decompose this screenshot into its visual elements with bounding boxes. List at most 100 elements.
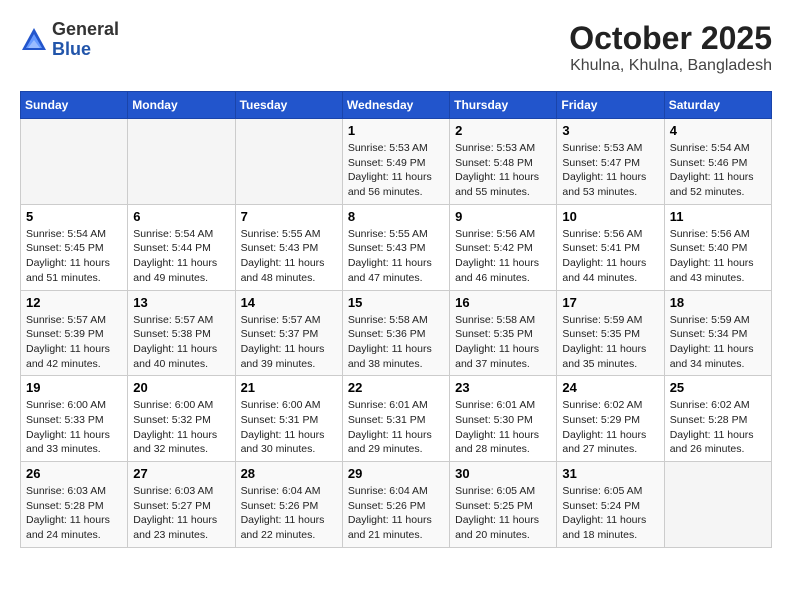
day-info: Sunrise: 6:00 AM Sunset: 5:32 PM Dayligh… [133,398,229,457]
day-number: 11 [670,209,766,224]
day-number: 9 [455,209,551,224]
calendar-cell: 28 Sunrise: 6:04 AM Sunset: 5:26 PM Dayli… [235,462,342,548]
calendar-cell: 8 Sunrise: 5:55 AM Sunset: 5:43 PM Daylig… [342,204,449,290]
day-info: Sunrise: 5:57 AM Sunset: 5:39 PM Dayligh… [26,313,122,372]
calendar-cell: 5 Sunrise: 5:54 AM Sunset: 5:45 PM Daylig… [21,204,128,290]
day-info: Sunrise: 5:53 AM Sunset: 5:48 PM Dayligh… [455,141,551,200]
calendar-cell: 11 Sunrise: 5:56 AM Sunset: 5:40 PM Dayli… [664,204,771,290]
day-number: 27 [133,466,229,481]
weekday-header-thursday: Thursday [450,92,557,119]
weekday-header-saturday: Saturday [664,92,771,119]
calendar-cell: 3Sunrise: 5:53 AM Sunset: 5:47 PM Daylig… [557,119,664,205]
calendar-cell: 20 Sunrise: 6:00 AM Sunset: 5:32 PM Dayli… [128,376,235,462]
day-number: 7 [241,209,337,224]
day-info: Sunrise: 6:04 AM Sunset: 5:26 PM Dayligh… [348,484,444,543]
weekday-header-wednesday: Wednesday [342,92,449,119]
day-info: Sunrise: 5:53 AM Sunset: 5:49 PM Dayligh… [348,141,444,200]
calendar-cell [664,462,771,548]
day-info: Sunrise: 5:54 AM Sunset: 5:45 PM Dayligh… [26,227,122,286]
calendar-week-3: 12 Sunrise: 5:57 AM Sunset: 5:39 PM Dayli… [21,290,772,376]
day-info: Sunrise: 6:02 AM Sunset: 5:28 PM Dayligh… [670,398,766,457]
day-info: Sunrise: 6:01 AM Sunset: 5:31 PM Dayligh… [348,398,444,457]
calendar-cell: 24 Sunrise: 6:02 AM Sunset: 5:29 PM Dayli… [557,376,664,462]
month-title: October 2025 [569,20,772,57]
weekday-header-row: SundayMondayTuesdayWednesdayThursdayFrid… [21,92,772,119]
day-number: 30 [455,466,551,481]
day-number: 13 [133,295,229,310]
calendar-cell: 10 Sunrise: 5:56 AM Sunset: 5:41 PM Dayli… [557,204,664,290]
day-number: 16 [455,295,551,310]
day-info: Sunrise: 5:59 AM Sunset: 5:34 PM Dayligh… [670,313,766,372]
day-info: Sunrise: 5:57 AM Sunset: 5:38 PM Dayligh… [133,313,229,372]
day-number: 28 [241,466,337,481]
day-number: 5 [26,209,122,224]
calendar-cell: 6Sunrise: 5:54 AM Sunset: 5:44 PM Daylig… [128,204,235,290]
day-info: Sunrise: 6:01 AM Sunset: 5:30 PM Dayligh… [455,398,551,457]
day-info: Sunrise: 6:04 AM Sunset: 5:26 PM Dayligh… [241,484,337,543]
calendar-cell: 12 Sunrise: 5:57 AM Sunset: 5:39 PM Dayli… [21,290,128,376]
day-number: 31 [562,466,658,481]
calendar-cell: 23 Sunrise: 6:01 AM Sunset: 5:30 PM Dayli… [450,376,557,462]
day-number: 3 [562,123,658,138]
title-block: October 2025 Khulna, Khulna, Bangladesh [569,20,772,75]
day-number: 24 [562,380,658,395]
weekday-header-tuesday: Tuesday [235,92,342,119]
calendar-cell [128,119,235,205]
day-info: Sunrise: 5:54 AM Sunset: 5:46 PM Dayligh… [670,141,766,200]
calendar-cell: 15 Sunrise: 5:58 AM Sunset: 5:36 PM Dayli… [342,290,449,376]
calendar-cell [235,119,342,205]
calendar-week-4: 19 Sunrise: 6:00 AM Sunset: 5:33 PM Dayli… [21,376,772,462]
calendar-cell: 25 Sunrise: 6:02 AM Sunset: 5:28 PM Dayli… [664,376,771,462]
calendar-cell: 31 Sunrise: 6:05 AM Sunset: 5:24 PM Dayli… [557,462,664,548]
calendar-cell: 18 Sunrise: 5:59 AM Sunset: 5:34 PM Dayli… [664,290,771,376]
day-number: 29 [348,466,444,481]
calendar-cell: 7 Sunrise: 5:55 AM Sunset: 5:43 PM Daylig… [235,204,342,290]
calendar-cell: 16 Sunrise: 5:58 AM Sunset: 5:35 PM Dayli… [450,290,557,376]
day-info: Sunrise: 5:58 AM Sunset: 5:36 PM Dayligh… [348,313,444,372]
calendar-cell: 29 Sunrise: 6:04 AM Sunset: 5:26 PM Dayli… [342,462,449,548]
day-number: 22 [348,380,444,395]
calendar-cell: 13 Sunrise: 5:57 AM Sunset: 5:38 PM Dayli… [128,290,235,376]
day-number: 14 [241,295,337,310]
day-info: Sunrise: 5:56 AM Sunset: 5:41 PM Dayligh… [562,227,658,286]
calendar-cell: 2 Sunrise: 5:53 AM Sunset: 5:48 PM Daylig… [450,119,557,205]
day-info: Sunrise: 5:56 AM Sunset: 5:42 PM Dayligh… [455,227,551,286]
logo-general-text: General [52,19,119,39]
page-header: General Blue October 2025 Khulna, Khulna… [20,20,772,75]
logo-blue-text: Blue [52,39,91,59]
day-number: 17 [562,295,658,310]
calendar-cell: 21Sunrise: 6:00 AM Sunset: 5:31 PM Dayli… [235,376,342,462]
day-number: 23 [455,380,551,395]
weekday-header-friday: Friday [557,92,664,119]
day-info: Sunrise: 6:00 AM Sunset: 5:33 PM Dayligh… [26,398,122,457]
day-info: Sunrise: 6:03 AM Sunset: 5:28 PM Dayligh… [26,484,122,543]
day-number: 25 [670,380,766,395]
day-number: 15 [348,295,444,310]
calendar-cell: 26Sunrise: 6:03 AM Sunset: 5:28 PM Dayli… [21,462,128,548]
day-info: Sunrise: 5:58 AM Sunset: 5:35 PM Dayligh… [455,313,551,372]
day-number: 8 [348,209,444,224]
day-info: Sunrise: 5:56 AM Sunset: 5:40 PM Dayligh… [670,227,766,286]
calendar-week-1: 1Sunrise: 5:53 AM Sunset: 5:49 PM Daylig… [21,119,772,205]
day-info: Sunrise: 5:55 AM Sunset: 5:43 PM Dayligh… [348,227,444,286]
day-info: Sunrise: 6:05 AM Sunset: 5:24 PM Dayligh… [562,484,658,543]
day-number: 21 [241,380,337,395]
calendar-cell: 4 Sunrise: 5:54 AM Sunset: 5:46 PM Daylig… [664,119,771,205]
day-info: Sunrise: 5:55 AM Sunset: 5:43 PM Dayligh… [241,227,337,286]
calendar-cell [21,119,128,205]
day-info: Sunrise: 5:59 AM Sunset: 5:35 PM Dayligh… [562,313,658,372]
calendar-cell: 19 Sunrise: 6:00 AM Sunset: 5:33 PM Dayli… [21,376,128,462]
logo-icon [20,26,48,54]
calendar-table: SundayMondayTuesdayWednesdayThursdayFrid… [20,91,772,548]
day-info: Sunrise: 6:02 AM Sunset: 5:29 PM Dayligh… [562,398,658,457]
calendar-cell: 1Sunrise: 5:53 AM Sunset: 5:49 PM Daylig… [342,119,449,205]
day-number: 4 [670,123,766,138]
day-number: 10 [562,209,658,224]
day-number: 12 [26,295,122,310]
day-number: 18 [670,295,766,310]
day-number: 20 [133,380,229,395]
day-number: 19 [26,380,122,395]
day-number: 2 [455,123,551,138]
calendar-cell: 17 Sunrise: 5:59 AM Sunset: 5:35 PM Dayli… [557,290,664,376]
day-info: Sunrise: 6:03 AM Sunset: 5:27 PM Dayligh… [133,484,229,543]
